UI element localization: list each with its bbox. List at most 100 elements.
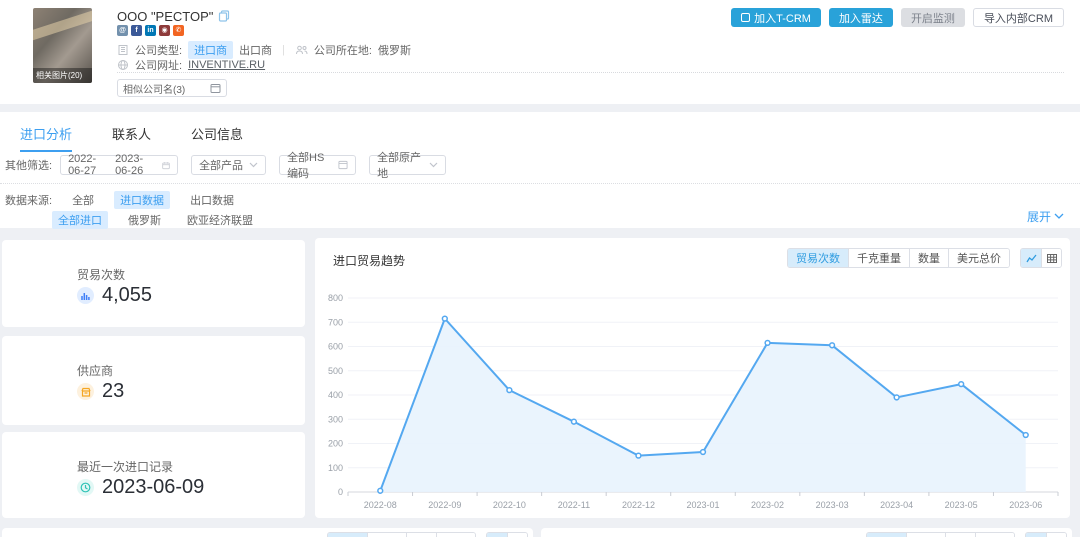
date-range-picker[interactable]: 2022-06-27 2023-06-26 [60,155,178,175]
view-toggle-group [1020,248,1062,268]
metric-quantity[interactable]: 数量 [909,249,948,267]
svg-text:200: 200 [328,439,343,449]
origin-select-value: 全部原产地 [377,149,423,181]
table-icon[interactable] [507,533,527,537]
shop-icon [77,383,94,400]
chart-controls: 贸易次数 千克重量 数量 美元总价 [787,248,1062,268]
metric-trade-count[interactable]: 贸易次数 [788,249,848,267]
stat-card-suppliers: 供应商 23 [2,336,305,425]
add-radar-button[interactable]: 加入雷达 [829,8,893,27]
expand-toggle[interactable]: 展开 [1027,208,1064,225]
svg-text:800: 800 [328,293,343,303]
globe-icon [117,59,129,71]
tcrm-icon [741,13,750,22]
copy-icon[interactable] [218,10,230,22]
svg-text:500: 500 [328,366,343,376]
import-crm-button[interactable]: 导入内部CRM [973,8,1064,27]
data-source-label: 数据来源: [5,192,52,208]
people-icon [295,44,308,56]
svg-text:2023-06: 2023-06 [1009,500,1042,510]
similar-companies-select[interactable]: 相似公司名(3) [117,79,227,97]
metric-toggle-group [866,532,1015,537]
import-trend-card: 进口贸易趋势 贸易次数 千克重量 数量 美元总价 0100 [315,238,1070,518]
clock-icon [77,479,94,496]
svg-text:2023-02: 2023-02 [751,500,784,510]
metric-usd-total[interactable]: 美元总价 [948,249,1009,267]
trade-count-value: 4,055 [102,284,152,307]
svg-text:600: 600 [328,342,343,352]
sub-eaeu[interactable]: 欧亚经济联盟 [181,211,259,229]
start-monitor-button[interactable]: 开启监测 [901,8,965,27]
tab-contacts[interactable]: 联系人 [112,124,151,152]
svg-text:2022-09: 2022-09 [428,500,461,510]
source-export[interactable]: 出口数据 [184,191,240,209]
company-name: OOO "PECTOP" [117,9,213,24]
metric-segment[interactable] [436,533,475,537]
photo-count-label: 相关图片(20) [33,68,92,83]
tab-company-info[interactable]: 公司信息 [191,124,243,152]
date-start[interactable]: 2022-06-27 [68,153,109,177]
facebook-icon[interactable]: f [131,25,142,36]
add-tcrm-button[interactable]: 加入T-CRM [731,8,821,27]
filter-label: 其他筛选: [5,157,52,173]
svg-text:2023-03: 2023-03 [816,500,849,510]
metric-segment[interactable] [945,533,975,537]
metric-segment[interactable] [328,533,367,537]
page: 相关图片(20) OOO "PECTOP" @ f in ◉ ✆ 公司类型 [0,0,1080,537]
chevron-down-icon [1054,213,1064,220]
linkedin-icon[interactable]: in [145,25,156,36]
product-select[interactable]: 全部产品 [191,155,266,175]
data-source-subrow: 全部进口 俄罗斯 欧亚经济联盟 [52,211,259,229]
product-select-value: 全部产品 [199,157,243,173]
company-photo[interactable]: 相关图片(20) [33,8,92,83]
metric-toggle-group: 贸易次数 千克重量 数量 美元总价 [787,248,1010,268]
stat-label: 供应商 [77,362,113,379]
source-import[interactable]: 进口数据 [114,191,170,209]
bottom-left-card [2,528,533,537]
stat-label: 贸易次数 [77,266,125,283]
svg-text:300: 300 [328,414,343,424]
metric-segment[interactable] [906,533,945,537]
website-link[interactable]: INVENTIVE.RU [188,59,265,71]
origin-select[interactable]: 全部原产地 [369,155,446,175]
exporter-tag[interactable]: 出口商 [239,42,272,58]
sub-russia[interactable]: 俄罗斯 [122,211,167,229]
company-header: 相关图片(20) OOO "PECTOP" @ f in ◉ ✆ 公司类型 [0,0,1080,104]
chevron-down-icon [429,162,438,168]
stat-card-trade-count: 贸易次数 4,055 [2,240,305,327]
svg-text:100: 100 [328,463,343,473]
social-icons: @ f in ◉ ✆ [117,25,184,36]
tab-import-analysis[interactable]: 进口分析 [20,124,72,152]
metric-segment[interactable] [367,533,406,537]
metric-segment[interactable] [975,533,1014,537]
date-end[interactable]: 2023-06-26 [115,153,156,177]
stat-card-last-import: 最近一次进口记录 2023-06-09 [2,432,305,518]
hs-code-value: 全部HS编码 [287,149,332,181]
sub-all-import[interactable]: 全部进口 [52,211,108,229]
svg-text:400: 400 [328,390,343,400]
view-toggle-group [1025,532,1067,537]
line-chart-icon[interactable] [487,533,507,537]
instagram-icon[interactable]: ◉ [159,25,170,36]
line-chart-icon[interactable] [1021,249,1041,267]
suppliers-value: 23 [102,380,124,403]
website-icon[interactable]: @ [117,25,128,36]
hs-code-select[interactable]: 全部HS编码 [279,155,356,175]
line-chart-icon[interactable] [1026,533,1046,537]
metric-segment[interactable] [406,533,436,537]
analysis-section: 进口分析 联系人 公司信息 其他筛选: 2022-06-27 2023-06-2… [0,112,1080,228]
import-trend-chart[interactable]: 01002003004005006007008002022-082022-092… [320,286,1065,514]
source-all[interactable]: 全部 [66,191,100,209]
svg-text:2023-04: 2023-04 [880,500,913,510]
metric-segment[interactable] [867,533,906,537]
metric-weight-kg[interactable]: 千克重量 [848,249,909,267]
header-actions: 加入T-CRM 加入雷达 开启监测 导入内部CRM [731,8,1064,27]
table-icon[interactable] [1046,533,1066,537]
calendar-icon [162,160,170,171]
header-divider [117,72,1064,73]
building-icon [117,44,129,56]
company-site-row: 公司网址: INVENTIVE.RU [117,57,265,73]
table-icon[interactable] [1041,249,1061,267]
bottom-right-card [541,528,1072,537]
phone-icon[interactable]: ✆ [173,25,184,36]
